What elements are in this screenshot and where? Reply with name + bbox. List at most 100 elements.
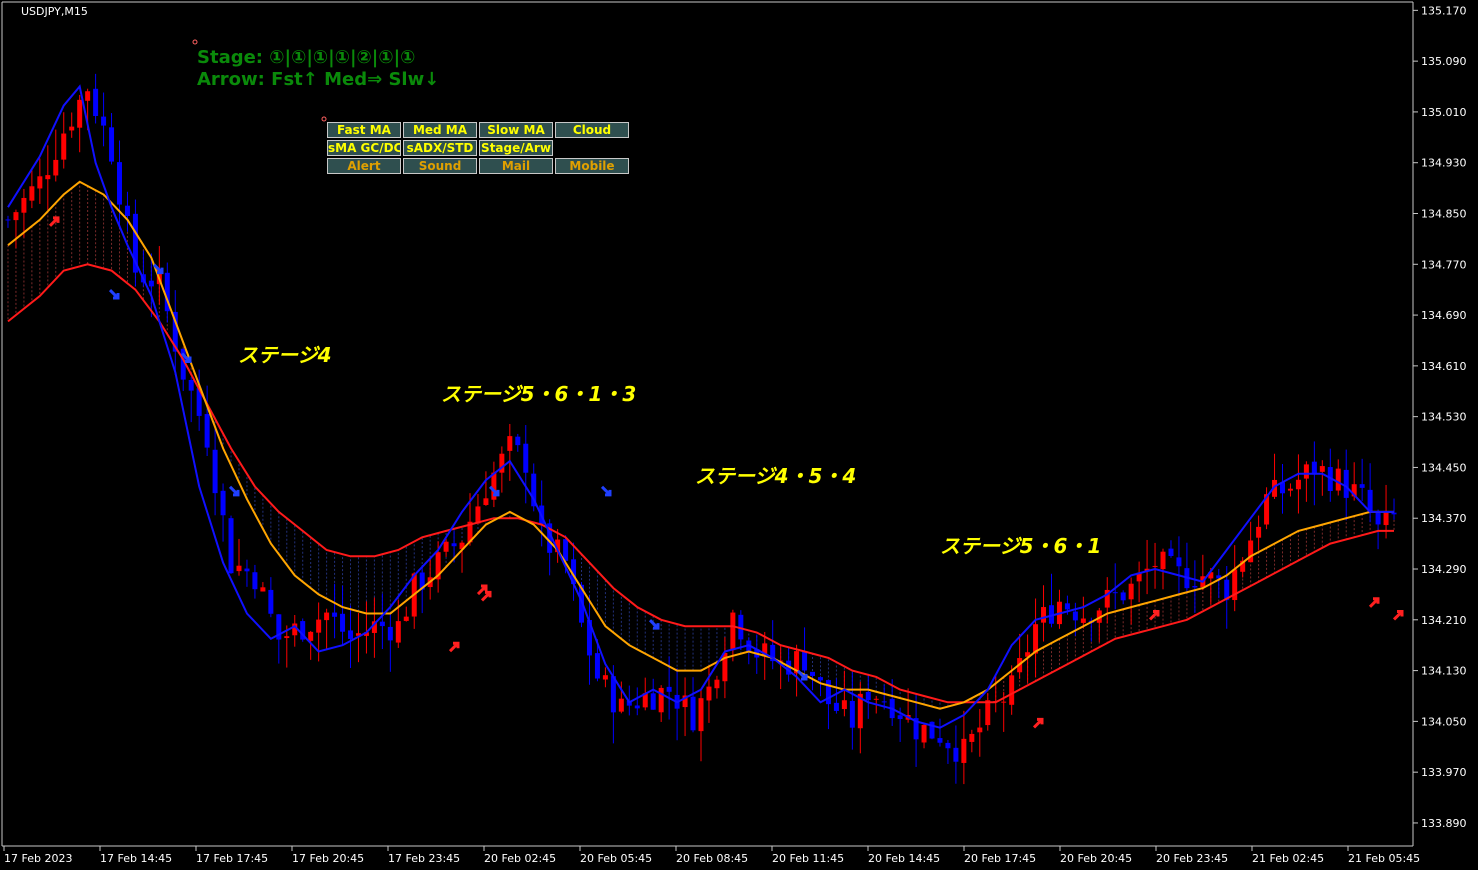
price-tick-label: 134.290: [1421, 563, 1467, 576]
candle-body: [1375, 512, 1381, 525]
candle-body: [1319, 466, 1325, 472]
med-ma-button[interactable]: Med MA: [403, 122, 477, 138]
slow-ma-button[interactable]: Slow MA: [479, 122, 553, 138]
sma-gcdc-button[interactable]: sMA GC/DC: [327, 140, 401, 156]
time-tick-label: 20 Feb 14:45: [868, 852, 940, 865]
candle-body: [1176, 557, 1182, 567]
price-tick-label: 135.090: [1421, 55, 1467, 68]
stage-status-line: Stage: ①|①|①|①|②|①|①: [197, 47, 416, 68]
candle-body: [1001, 701, 1007, 703]
candle-body: [1160, 551, 1166, 570]
candle-body: [101, 116, 107, 126]
candle-body: [228, 518, 234, 574]
candle-body: [443, 541, 449, 552]
time-tick-label: 20 Feb 11:45: [772, 852, 844, 865]
candle-body: [602, 675, 608, 680]
alert-button[interactable]: Alert: [327, 158, 401, 174]
candle-body: [961, 738, 967, 763]
stage-arrow-button[interactable]: Stage/Arw: [479, 140, 553, 156]
fast-ma-button[interactable]: Fast MA: [327, 122, 401, 138]
candle-body: [1120, 592, 1126, 601]
candle-body: [244, 568, 250, 572]
time-tick-label: 17 Feb 23:45: [388, 852, 460, 865]
cloud-button[interactable]: Cloud: [555, 122, 629, 138]
candle-body: [61, 133, 67, 160]
mobile-button[interactable]: Mobile: [555, 158, 629, 174]
candle-body: [1152, 565, 1158, 567]
candle-body: [650, 693, 656, 710]
candle-body: [802, 651, 808, 671]
candle-body: [109, 127, 115, 162]
candle-body: [1391, 512, 1397, 515]
candle-body: [618, 698, 624, 712]
candle-body: [953, 747, 959, 762]
price-tick-label: 134.130: [1421, 665, 1467, 678]
price-tick-label: 134.770: [1421, 258, 1467, 271]
candle-body: [1287, 488, 1293, 491]
price-tick-label: 135.010: [1421, 106, 1467, 119]
candle-body: [1033, 624, 1039, 654]
candle-body: [563, 539, 569, 561]
candle-body: [21, 197, 27, 213]
candle-body: [148, 280, 154, 287]
candle-body: [833, 702, 839, 711]
stage-annotation-3: ステージ4・5・4: [695, 464, 857, 488]
candle-body: [515, 436, 521, 446]
time-tick-label: 20 Feb 02:45: [484, 852, 556, 865]
candle-body: [45, 175, 51, 180]
candle-body: [1112, 592, 1118, 594]
time-tick-label: 17 Feb 20:45: [292, 852, 364, 865]
candle-body: [1303, 464, 1309, 479]
candle-body: [117, 162, 123, 205]
indicator-button-panel: Fast MA Med MA Slow MA Cloud sMA GC/DC s…: [327, 122, 631, 176]
price-tick-label: 134.050: [1421, 715, 1467, 728]
candle-body: [706, 686, 712, 701]
candle-body: [849, 700, 855, 728]
candle-body: [403, 616, 409, 621]
candle-body: [1248, 540, 1254, 563]
candle-body: [810, 671, 816, 676]
price-tick-label: 134.930: [1421, 157, 1467, 170]
candle-body: [483, 498, 489, 505]
time-tick-label: 21 Feb 05:45: [1348, 852, 1420, 865]
candle-body: [1192, 585, 1198, 588]
candle-body: [1383, 511, 1389, 526]
candle-body: [690, 696, 696, 731]
candle-body: [937, 738, 943, 743]
candle-body: [1256, 526, 1262, 538]
candle-body: [284, 636, 290, 639]
candle-body: [387, 626, 393, 641]
candle-body: [523, 443, 529, 473]
candle-body: [5, 219, 11, 221]
price-tick-label: 133.890: [1421, 817, 1467, 830]
candle-body: [1295, 479, 1301, 490]
price-tick-label: 134.530: [1421, 411, 1467, 424]
candle-body: [69, 126, 75, 131]
time-tick-label: 17 Feb 2023: [4, 852, 72, 865]
candle-body: [658, 687, 664, 713]
candle-body: [93, 88, 99, 116]
candle-body: [316, 619, 322, 633]
candle-body: [252, 572, 258, 590]
candle-body: [53, 159, 59, 176]
sadx-std-button[interactable]: sADX/STD: [403, 140, 477, 156]
price-chart[interactable]: 135.170 135.090 135.010 134.930 134.850 134.7…: [0, 0, 1478, 870]
candle-body: [897, 715, 903, 720]
candle-body: [308, 631, 314, 641]
sound-button[interactable]: Sound: [403, 158, 477, 174]
candle-body: [730, 612, 736, 651]
time-tick-label: 20 Feb 08:45: [676, 852, 748, 865]
stage-annotation-2: ステージ5・6・1・3: [441, 382, 637, 406]
candle-body: [698, 698, 704, 732]
candle-body: [332, 612, 338, 617]
time-tick-label: 20 Feb 23:45: [1156, 852, 1228, 865]
mail-button[interactable]: Mail: [479, 158, 553, 174]
candle-body: [379, 621, 385, 627]
price-tick-label: 133.970: [1421, 766, 1467, 779]
time-tick-label: 20 Feb 05:45: [580, 852, 652, 865]
candle-body: [865, 691, 871, 701]
candle-body: [1080, 618, 1086, 623]
candle-body: [451, 543, 457, 547]
candle-body: [825, 680, 831, 705]
candle-body: [634, 705, 640, 709]
